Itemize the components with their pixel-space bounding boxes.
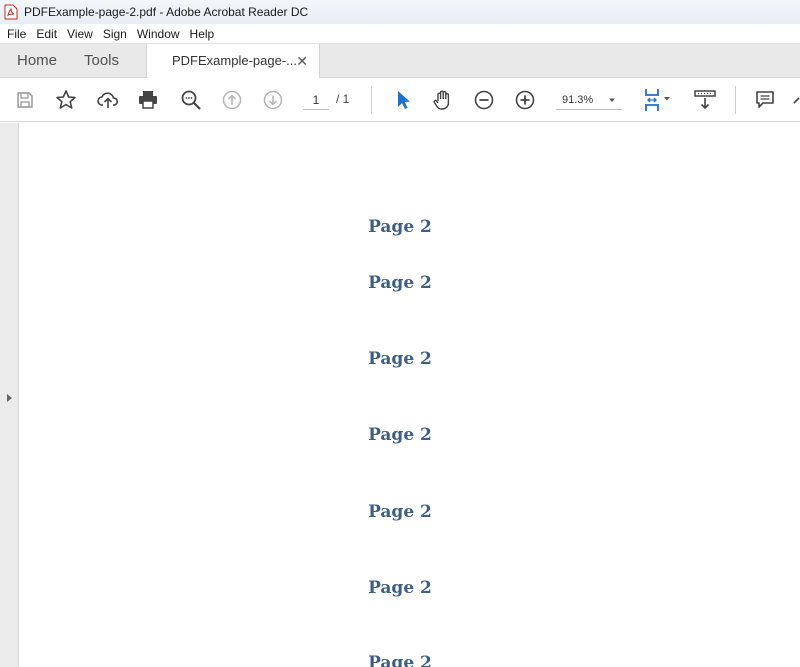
select-arrow-icon[interactable] [389,87,415,113]
page-heading: Page 2 [368,502,432,522]
menu-view[interactable]: View [62,25,98,43]
page-heading: Page 2 [368,578,432,598]
tab-tools[interactable]: Tools [84,44,119,78]
zoom-level-select[interactable]: 91.3% [556,90,622,110]
pdf-file-icon [4,4,18,20]
page-heading: Page 2 [368,425,432,445]
tab-bar: Home Tools PDFExample-page-... ✕ [0,44,800,79]
window-title: PDFExample-page-2.pdf - Adobe Acrobat Re… [24,5,309,19]
menu-edit[interactable]: Edit [31,25,62,43]
zoom-level-value: 91.3% [562,93,594,106]
page-fit-icon[interactable] [640,87,674,113]
document-view[interactable]: Page 2 Page 2 Page 2 Page 2 Page 2 Page … [20,123,800,667]
star-icon[interactable] [53,87,79,113]
toolbar-divider-2 [735,86,736,114]
previous-page-icon[interactable] [219,87,245,113]
save-icon[interactable] [12,87,38,113]
toolbar: / 1 91.3% [0,78,800,122]
page-heading: Page 2 [368,217,432,237]
menu-file[interactable]: File [2,25,31,43]
print-icon[interactable] [135,87,161,113]
toolbar-divider [371,86,372,114]
close-tab-icon[interactable]: ✕ [296,44,308,78]
menu-bar: File Edit View Sign Window Help [0,24,800,44]
more-tools-icon[interactable] [788,87,800,113]
next-page-icon[interactable] [260,87,286,113]
title-bar: PDFExample-page-2.pdf - Adobe Acrobat Re… [0,0,800,24]
upload-cloud-icon[interactable] [95,87,121,113]
hand-tool-icon[interactable] [430,87,456,113]
zoom-in-icon[interactable] [512,87,538,113]
menu-help[interactable]: Help [185,25,220,43]
zoom-out-icon[interactable] [471,87,497,113]
page-heading: Page 2 [368,653,432,667]
left-panel-strip [0,123,19,667]
scroll-mode-icon[interactable] [692,87,718,113]
page-heading: Page 2 [368,349,432,369]
menu-window[interactable]: Window [132,25,185,43]
menu-sign[interactable]: Sign [98,25,132,43]
comment-icon[interactable] [752,87,778,113]
tab-document[interactable]: PDFExample-page-... ✕ [146,44,320,79]
find-zoom-icon[interactable] [178,87,204,113]
page-total-label: / 1 [336,92,350,106]
expand-panel-icon[interactable] [6,390,13,408]
tab-document-label: PDFExample-page-... [172,53,297,68]
tab-home[interactable]: Home [17,44,57,78]
page-number-input[interactable] [303,90,329,110]
chevron-down-icon [608,95,616,107]
page-heading: Page 2 [368,273,432,293]
